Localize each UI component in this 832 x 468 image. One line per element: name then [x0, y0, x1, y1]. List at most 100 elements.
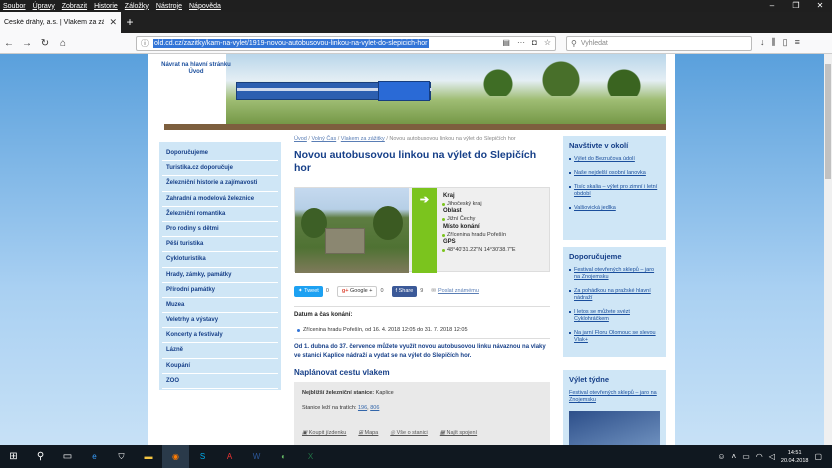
back-button[interactable]: ←	[0, 38, 18, 49]
leftnav-item[interactable]: Koncerty a festivaly	[162, 328, 278, 344]
back-to-home-link[interactable]: Návrat na hlavní stránku Úvod	[156, 62, 236, 76]
breadcrumb-link[interactable]: Úvod	[294, 136, 307, 142]
windows-start-icon[interactable]: ⊞	[0, 445, 27, 468]
google-plus-button[interactable]: g+ Google +	[336, 285, 378, 297]
leftnav-item[interactable]: Turistika.cz doporučuje	[162, 161, 278, 177]
menu-historie[interactable]: Historie	[94, 3, 118, 10]
lines-label: Stanice leží na tratích:	[302, 405, 357, 411]
minimize-button[interactable]: –	[760, 0, 784, 12]
word-icon[interactable]: W	[243, 445, 270, 468]
volume-icon[interactable]: ◁	[769, 452, 775, 461]
maximize-button[interactable]: ❐	[784, 0, 808, 12]
leftnav-item[interactable]: Zahradní a modelová železnice	[162, 192, 278, 207]
menu-nastroje[interactable]: Nástroje	[156, 3, 182, 10]
downloads-icon[interactable]: ↓	[760, 37, 765, 48]
app-icon[interactable]: ◐	[270, 445, 297, 468]
plan-heading: Naplánovat cestu vlakem	[294, 368, 390, 377]
google-plus-count: 0	[380, 288, 384, 294]
leftnav-item[interactable]: Cykloturistika	[162, 252, 278, 268]
map-link[interactable]: ⊞ Mapa	[358, 430, 378, 436]
nearby-link[interactable]: Tisíc skalia – výlet pro zimní i letní o…	[569, 184, 660, 198]
nearby-link[interactable]: Výlet do Bezručova údolí	[569, 156, 660, 163]
network-icon[interactable]: ◠	[756, 452, 763, 461]
trip-of-week-link[interactable]: Festival otevřených sklepů – jaro na Zno…	[569, 390, 660, 404]
leftnav-item[interactable]: Hrady, zámky, památky	[162, 268, 278, 283]
reader-view-icon[interactable]: ▤	[502, 38, 510, 47]
page-scrollbar[interactable]	[824, 54, 832, 445]
hamburger-menu-icon[interactable]: ≡	[795, 37, 800, 48]
url-bar[interactable]: ⓘ old.cd.cz/zazitky/kam-na-vylet/1919-no…	[136, 36, 556, 51]
recommended-link[interactable]: Na jarní Floru Olomouc se slevou Vlak+	[569, 330, 660, 344]
leftnav-item[interactable]: Pěší turistika	[162, 237, 278, 253]
menu-bar: Soubor Úpravy Zobrazit Historie Záložky …	[0, 0, 832, 12]
info-icon[interactable]: ⓘ	[141, 38, 149, 49]
station-info-link[interactable]: ◎ Vše o stanici	[390, 430, 428, 436]
kraj-value: Jihočeský kraj	[442, 201, 549, 207]
ticket-icon: ▣	[302, 430, 309, 436]
people-icon[interactable]: ☺	[717, 452, 725, 461]
line-link[interactable]: 806	[370, 405, 379, 411]
recommended-link[interactable]: Za pohádkou na pražské hlavní nádraží	[569, 288, 660, 302]
nearby-link[interactable]: Naše nejdelší osobní lanovka	[569, 170, 660, 177]
menu-upravy[interactable]: Úpravy	[33, 3, 55, 10]
skype-icon[interactable]: S	[189, 445, 216, 468]
share-bar: ✦ Tweet 0 g+ Google + 0 f Share 9 ✉ Posl…	[294, 284, 550, 298]
leftnav-item[interactable]: Železniční historie a zajímavosti	[162, 176, 278, 192]
forward-button[interactable]: →	[18, 38, 36, 49]
new-tab-button[interactable]: +	[121, 12, 139, 33]
breadcrumb-link[interactable]: Volný Čas	[311, 136, 336, 142]
menu-zobrazit[interactable]: Zobrazit	[62, 3, 87, 10]
browser-tab[interactable]: České dráhy, a.s. | Vlakem za zážit ✕	[0, 12, 121, 33]
firefox-icon[interactable]: ◉	[162, 445, 189, 468]
tweet-button[interactable]: ✦ Tweet	[294, 285, 323, 297]
leftnav-item[interactable]: Koupání	[162, 359, 278, 374]
scrollbar-thumb[interactable]	[825, 64, 831, 179]
leftnav-item[interactable]: Muzea	[162, 298, 278, 314]
task-view-icon[interactable]: ▭	[54, 445, 81, 468]
close-tab-icon[interactable]: ✕	[109, 17, 117, 28]
leftnav-item[interactable]: ZOO	[162, 374, 278, 389]
search-bar[interactable]: ⚲ Vyhledat	[566, 36, 752, 51]
library-icon[interactable]: ⫼	[772, 37, 776, 48]
leftnav-item[interactable]: Železniční romantika	[162, 207, 278, 222]
clock-time: 14:51	[787, 449, 802, 456]
nearby-link[interactable]: Valšovická jedlka	[569, 205, 660, 212]
menu-napoveda[interactable]: Nápověda	[189, 3, 221, 10]
menu-soubor[interactable]: Soubor	[3, 3, 26, 10]
store-icon[interactable]: ⛉	[108, 445, 135, 468]
home-button[interactable]: ⌂	[54, 38, 72, 49]
battery-icon[interactable]: ▭	[742, 452, 750, 461]
pocket-icon[interactable]: ◘	[532, 38, 537, 47]
page-actions-icon[interactable]: ···	[517, 38, 525, 47]
url-text[interactable]: old.cd.cz/zazitky/kam-na-vylet/1919-novo…	[153, 39, 429, 48]
leftnav-item[interactable]: Veletrhy a výstavy	[162, 313, 278, 329]
clock[interactable]: 14:51 20.04.2018	[781, 449, 809, 465]
breadcrumb-link[interactable]: Vlakem za zážitky	[341, 136, 385, 142]
excel-icon[interactable]: X	[297, 445, 324, 468]
recommended-link[interactable]: I letos se můžete svézt Cyklohráčkem	[569, 309, 660, 323]
send-to-friend-link[interactable]: Poslat známému	[438, 288, 479, 294]
buy-ticket-link[interactable]: ▣ Koupit jízdenku	[302, 430, 346, 436]
leftnav-item[interactable]: Pro rodiny s dětmi	[162, 222, 278, 238]
reload-button[interactable]: ↻	[36, 38, 54, 49]
search-icon[interactable]: ⚲	[27, 445, 54, 468]
file-explorer-icon[interactable]: ▬	[135, 445, 162, 468]
leftnav-item[interactable]: Přírodní památky	[162, 283, 278, 298]
sidebar-icon[interactable]: ▯	[783, 37, 788, 48]
notifications-icon[interactable]: ▢	[814, 452, 822, 461]
recommended-link[interactable]: Festival otevřených sklepů – jaro na Zno…	[569, 267, 660, 281]
chevron-up-icon[interactable]: ˄	[732, 452, 737, 461]
facebook-share-button[interactable]: f Share	[391, 285, 418, 297]
bookmark-star-icon[interactable]: ☆	[544, 38, 551, 47]
acrobat-icon[interactable]: A	[216, 445, 243, 468]
line-link[interactable]: 196	[358, 405, 367, 411]
recommended-title: Doporučujeme	[569, 252, 622, 261]
edge-icon[interactable]: e	[81, 445, 108, 468]
menu-zalozky[interactable]: Záložky	[125, 3, 149, 10]
find-connection-link[interactable]: ▦ Najít spojení	[440, 430, 477, 436]
close-window-button[interactable]: ✕	[808, 0, 832, 12]
leftnav-item[interactable]: Lázně	[162, 343, 278, 359]
trip-of-week-image[interactable]	[569, 411, 660, 445]
tab-title: České dráhy, a.s. | Vlakem za zážit	[4, 19, 104, 26]
leftnav-item[interactable]: Doporučujeme	[162, 146, 278, 162]
